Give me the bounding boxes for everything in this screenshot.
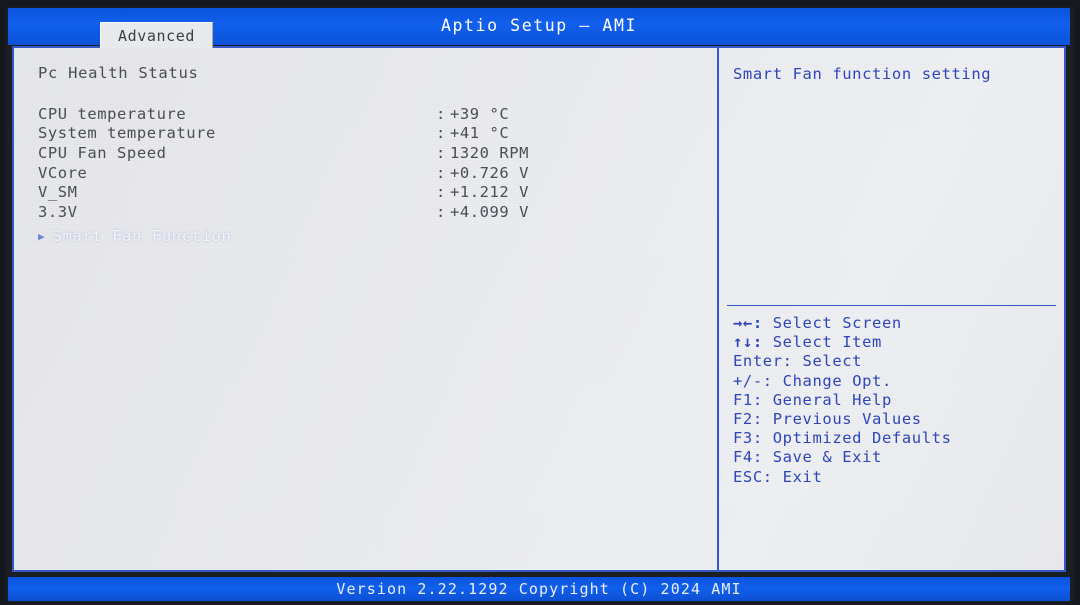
field-label-cpu-temperature: CPU temperature — [38, 104, 187, 123]
legend-key-arrows-horizontal-icon: →←: — [733, 314, 763, 332]
legend-row-select-screen: →←: Select Screen — [733, 314, 1056, 333]
help-legend-divider — [727, 305, 1056, 306]
legend-key-f4: F4: — [733, 448, 763, 467]
field-separator: : — [436, 202, 446, 221]
tab-advanced[interactable]: Advanced — [100, 22, 213, 48]
menu-item-smart-fan-function[interactable]: ▶ Smart Fan Function — [22, 226, 717, 247]
tab-strip: Advanced — [100, 22, 213, 48]
legend-key-f3: F3: — [733, 429, 763, 448]
legend-row-enter-select: Enter: Select — [733, 352, 1056, 371]
legend-row-general-help: F1: General Help — [733, 391, 1056, 410]
help-pane: Smart Fan function setting →←: Select Sc… — [719, 48, 1064, 570]
field-label-cpu-fan-speed: CPU Fan Speed — [38, 143, 167, 162]
legend-key-arrows-vertical-icon: ↑↓: — [733, 333, 763, 352]
legend-key-f1: F1: — [733, 390, 763, 409]
field-label-3-3v: 3.3V — [38, 202, 78, 221]
field-value-system-temperature: +41 °C — [450, 124, 510, 143]
version-text: Version 2.22.1292 Copyright (C) 2024 AMI — [336, 580, 742, 598]
legend-desc-optimized-defaults: Optimized Defaults — [762, 429, 952, 448]
legend-row-select-item: ↑↓: Select Item — [733, 333, 1056, 352]
legend-row-previous-values: F2: Previous Values — [733, 410, 1056, 429]
field-separator: : — [436, 143, 446, 162]
legend-row-optimized-defaults: F3: Optimized Defaults — [733, 429, 1056, 448]
field-separator: : — [436, 183, 446, 202]
legend-desc-save-and-exit: Save & Exit — [762, 448, 882, 467]
field-label-vcore: VCore — [38, 163, 88, 182]
legend-desc-exit: Exit — [772, 467, 823, 486]
legend-desc-previous-values: Previous Values — [762, 409, 922, 428]
legend-desc-select-screen: Select Screen — [762, 314, 902, 332]
field-value-cpu-temperature: +39 °C — [450, 104, 510, 123]
field-value-vcore: +0.726 V — [450, 163, 530, 182]
legend-key-plus-minus: +/-: — [733, 371, 773, 390]
field-row-cpu-fan-speed: CPU Fan Speed : 1320 RPM — [38, 143, 717, 163]
field-value-v-sm: +1.212 V — [450, 183, 530, 202]
field-separator: : — [436, 124, 446, 143]
field-label-system-temperature: System temperature — [38, 124, 216, 143]
legend-key-esc: ESC: — [733, 467, 773, 486]
legend-key-f2: F2: — [733, 409, 763, 428]
bios-screen: Aptio Setup – AMI Advanced Pc Health Sta… — [0, 0, 1080, 605]
key-legend: →←: Select Screen ↑↓: Select Item Enter:… — [733, 314, 1056, 487]
field-separator: : — [436, 163, 446, 182]
field-value-cpu-fan-speed: 1320 RPM — [450, 143, 530, 162]
settings-pane: Pc Health Status CPU temperature : +39 °… — [14, 48, 717, 570]
setup-body: Pc Health Status CPU temperature : +39 °… — [14, 48, 1064, 570]
legend-desc-enter-select: Select — [792, 352, 863, 371]
field-row-v-sm: V_SM : +1.212 V — [38, 182, 717, 202]
legend-desc-change-opt: Change Opt. — [772, 371, 892, 390]
field-row-system-temperature: System temperature : +41 °C — [38, 124, 717, 144]
field-row-3-3v: 3.3V : +4.099 V — [38, 202, 717, 222]
submenu-arrow-icon: ▶ — [38, 229, 45, 243]
legend-row-save-and-exit: F4: Save & Exit — [733, 448, 1056, 467]
field-row-cpu-temperature: CPU temperature : +39 °C — [38, 104, 717, 124]
field-separator: : — [436, 104, 446, 123]
setup-body-frame: Pc Health Status CPU temperature : +39 °… — [12, 46, 1066, 572]
legend-desc-general-help: General Help — [762, 390, 892, 409]
legend-desc-select-item: Select Item — [762, 333, 882, 352]
legend-row-exit: ESC: Exit — [733, 468, 1056, 487]
legend-key-enter: Enter: — [733, 352, 793, 371]
help-text: Smart Fan function setting — [733, 65, 992, 83]
menu-item-label-smart-fan-function: Smart Fan Function — [52, 227, 232, 246]
field-label-v-sm: V_SM — [38, 183, 78, 202]
legend-row-change-opt: +/-: Change Opt. — [733, 372, 1056, 391]
field-value-3-3v: +4.099 V — [450, 202, 530, 221]
field-row-vcore: VCore : +0.726 V — [38, 163, 717, 183]
footer-bar: Version 2.22.1292 Copyright (C) 2024 AMI — [8, 577, 1070, 601]
section-title-pc-health: Pc Health Status — [38, 64, 199, 82]
